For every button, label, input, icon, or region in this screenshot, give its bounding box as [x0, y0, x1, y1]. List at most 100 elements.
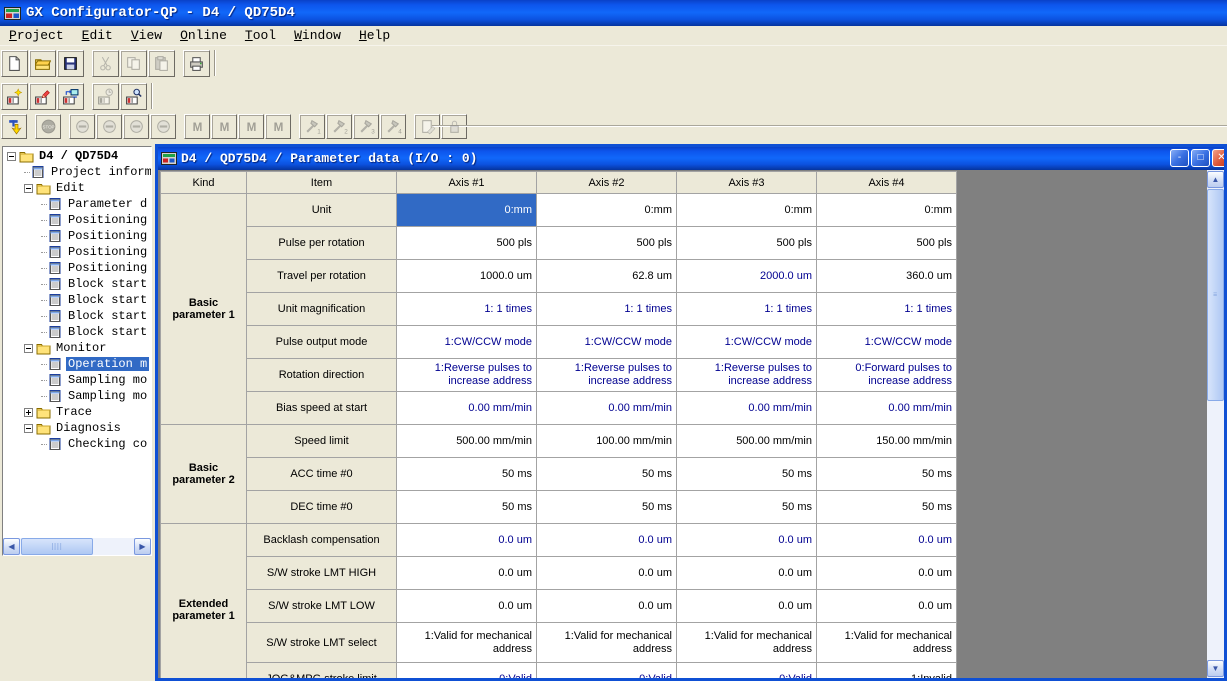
- scroll-left-button[interactable]: ◀: [3, 538, 20, 555]
- tree-item-block-start[interactable]: Block start: [3, 276, 151, 292]
- collapse-icon[interactable]: [24, 424, 33, 433]
- cell-s-w-stroke-lmt-low-axis-3[interactable]: 0.0 um: [677, 590, 817, 623]
- tree-item-positioning[interactable]: Positioning: [3, 228, 151, 244]
- minimize-button[interactable]: -: [1170, 149, 1189, 167]
- tree-item-sampling-mo[interactable]: Sampling mo: [3, 372, 151, 388]
- toolbar-button-edit-module[interactable]: [29, 83, 56, 110]
- cell-unit-axis-3[interactable]: 0:mm: [677, 194, 817, 227]
- tree-item-parameter-d[interactable]: Parameter d: [3, 196, 151, 212]
- cell-s-w-stroke-lmt-low-axis-1[interactable]: 0.0 um: [397, 590, 537, 623]
- cell-jog-mpg-stroke-limit-axis-2[interactable]: 0:Valid: [537, 663, 677, 679]
- scroll-right-button[interactable]: ▶: [134, 538, 151, 555]
- cell-speed-limit-axis-4[interactable]: 150.00 mm/min: [817, 425, 957, 458]
- cell-backlash-compensation-axis-2[interactable]: 0.0 um: [537, 524, 677, 557]
- cell-backlash-compensation-axis-4[interactable]: 0.0 um: [817, 524, 957, 557]
- cell-travel-per-rotation-axis-3[interactable]: 2000.0 um: [677, 260, 817, 293]
- scroll-up-button[interactable]: ▲: [1207, 171, 1224, 188]
- toolbar-button-new[interactable]: [1, 50, 28, 77]
- tree-item-sampling-mo[interactable]: Sampling mo: [3, 388, 151, 404]
- cell-acc-time-0-axis-1[interactable]: 50 ms: [397, 458, 537, 491]
- cell-backlash-compensation-axis-3[interactable]: 0.0 um: [677, 524, 817, 557]
- cell-dec-time-0-axis-4[interactable]: 50 ms: [817, 491, 957, 524]
- cell-bias-speed-at-start-axis-2[interactable]: 0.00 mm/min: [537, 392, 677, 425]
- menu-tool[interactable]: Tool: [236, 26, 285, 45]
- tree-item-positioning[interactable]: Positioning: [3, 212, 151, 228]
- cell-pulse-per-rotation-axis-3[interactable]: 500 pls: [677, 227, 817, 260]
- cell-s-w-stroke-lmt-high-axis-3[interactable]: 0.0 um: [677, 557, 817, 590]
- cell-pulse-per-rotation-axis-4[interactable]: 500 pls: [817, 227, 957, 260]
- cell-speed-limit-axis-2[interactable]: 100.00 mm/min: [537, 425, 677, 458]
- cell-unit-axis-4[interactable]: 0:mm: [817, 194, 957, 227]
- cell-pulse-output-mode-axis-3[interactable]: 1:CW/CCW mode: [677, 326, 817, 359]
- cell-unit-magnification-axis-3[interactable]: 1: 1 times: [677, 293, 817, 326]
- toolbar-button-print[interactable]: [183, 50, 210, 77]
- scroll-thumb[interactable]: ≡: [1207, 189, 1224, 401]
- collapse-icon[interactable]: [7, 152, 16, 161]
- toolbar-button-module-monitor[interactable]: [120, 83, 147, 110]
- toolbar-button-save[interactable]: [57, 50, 84, 77]
- tree-item-trace[interactable]: Trace: [3, 404, 151, 420]
- cell-unit-axis-2[interactable]: 0:mm: [537, 194, 677, 227]
- child-titlebar[interactable]: D4 / QD75D4 / Parameter data (I/O : 0) -…: [158, 147, 1224, 170]
- expand-icon[interactable]: [24, 408, 33, 417]
- tree-item-project-inform[interactable]: Project inform: [3, 164, 151, 180]
- cell-rotation-direction-axis-1[interactable]: 1:Reverse pulses to increase address: [397, 359, 537, 392]
- collapse-icon[interactable]: [24, 184, 33, 193]
- cell-jog-mpg-stroke-limit-axis-1[interactable]: 0:Valid: [397, 663, 537, 679]
- tree-horizontal-scrollbar[interactable]: ◀ |||| ▶: [3, 538, 151, 555]
- cell-travel-per-rotation-axis-1[interactable]: 1000.0 um: [397, 260, 537, 293]
- cell-unit-axis-1[interactable]: 0:mm: [397, 194, 537, 227]
- cell-s-w-stroke-lmt-low-axis-4[interactable]: 0.0 um: [817, 590, 957, 623]
- cell-travel-per-rotation-axis-2[interactable]: 62.8 um: [537, 260, 677, 293]
- tree-item-positioning[interactable]: Positioning: [3, 244, 151, 260]
- table-vertical-scrollbar[interactable]: ▲ ≡ ▼: [1207, 170, 1224, 678]
- cell-rotation-direction-axis-4[interactable]: 0:Forward pulses to increase address: [817, 359, 957, 392]
- cell-dec-time-0-axis-2[interactable]: 50 ms: [537, 491, 677, 524]
- collapse-icon[interactable]: [24, 344, 33, 353]
- tree-item-d4-qd75d4[interactable]: D4 / QD75D4: [3, 148, 151, 164]
- cell-backlash-compensation-axis-1[interactable]: 0.0 um: [397, 524, 537, 557]
- scroll-thumb[interactable]: ||||: [21, 538, 93, 555]
- tree-item-block-start[interactable]: Block start: [3, 308, 151, 324]
- tree-item-monitor[interactable]: Monitor: [3, 340, 151, 356]
- menu-view[interactable]: View: [122, 26, 171, 45]
- cell-pulse-per-rotation-axis-2[interactable]: 500 pls: [537, 227, 677, 260]
- cell-pulse-output-mode-axis-2[interactable]: 1:CW/CCW mode: [537, 326, 677, 359]
- cell-s-w-stroke-lmt-high-axis-4[interactable]: 0.0 um: [817, 557, 957, 590]
- cell-s-w-stroke-lmt-select-axis-2[interactable]: 1:Valid for mechanical address: [537, 623, 677, 663]
- cell-dec-time-0-axis-1[interactable]: 50 ms: [397, 491, 537, 524]
- tree-item-block-start[interactable]: Block start: [3, 324, 151, 340]
- cell-bias-speed-at-start-axis-1[interactable]: 0.00 mm/min: [397, 392, 537, 425]
- cell-acc-time-0-axis-2[interactable]: 50 ms: [537, 458, 677, 491]
- cell-bias-speed-at-start-axis-4[interactable]: 0.00 mm/min: [817, 392, 957, 425]
- cell-s-w-stroke-lmt-high-axis-2[interactable]: 0.0 um: [537, 557, 677, 590]
- cell-jog-mpg-stroke-limit-axis-4[interactable]: 1:Invalid: [817, 663, 957, 679]
- menu-help[interactable]: Help: [350, 26, 399, 45]
- cell-s-w-stroke-lmt-select-axis-4[interactable]: 1:Valid for mechanical address: [817, 623, 957, 663]
- cell-unit-magnification-axis-4[interactable]: 1: 1 times: [817, 293, 957, 326]
- cell-s-w-stroke-lmt-high-axis-1[interactable]: 0.0 um: [397, 557, 537, 590]
- cell-acc-time-0-axis-3[interactable]: 50 ms: [677, 458, 817, 491]
- cell-pulse-output-mode-axis-1[interactable]: 1:CW/CCW mode: [397, 326, 537, 359]
- cell-pulse-output-mode-axis-4[interactable]: 1:CW/CCW mode: [817, 326, 957, 359]
- toolbar-button-transfer-setup[interactable]: [57, 83, 84, 110]
- toolbar-button-add-module[interactable]: [1, 83, 28, 110]
- cell-bias-speed-at-start-axis-3[interactable]: 0.00 mm/min: [677, 392, 817, 425]
- menu-window[interactable]: Window: [285, 26, 350, 45]
- tree-item-operation-m[interactable]: Operation m: [3, 356, 151, 372]
- toolbar-button-open[interactable]: [29, 50, 56, 77]
- tree-item-positioning[interactable]: Positioning: [3, 260, 151, 276]
- menu-project[interactable]: Project: [0, 26, 73, 45]
- cell-rotation-direction-axis-2[interactable]: 1:Reverse pulses to increase address: [537, 359, 677, 392]
- cell-speed-limit-axis-1[interactable]: 500.00 mm/min: [397, 425, 537, 458]
- cell-unit-magnification-axis-1[interactable]: 1: 1 times: [397, 293, 537, 326]
- maximize-button[interactable]: □: [1191, 149, 1210, 167]
- tree-item-diagnosis[interactable]: Diagnosis: [3, 420, 151, 436]
- cell-speed-limit-axis-3[interactable]: 500.00 mm/min: [677, 425, 817, 458]
- close-button[interactable]: ✕: [1212, 149, 1227, 167]
- cell-pulse-per-rotation-axis-1[interactable]: 500 pls: [397, 227, 537, 260]
- tree-item-block-start[interactable]: Block start: [3, 292, 151, 308]
- scroll-down-button[interactable]: ▼: [1207, 660, 1224, 677]
- tree-item-checking-co[interactable]: Checking co: [3, 436, 151, 452]
- cell-unit-magnification-axis-2[interactable]: 1: 1 times: [537, 293, 677, 326]
